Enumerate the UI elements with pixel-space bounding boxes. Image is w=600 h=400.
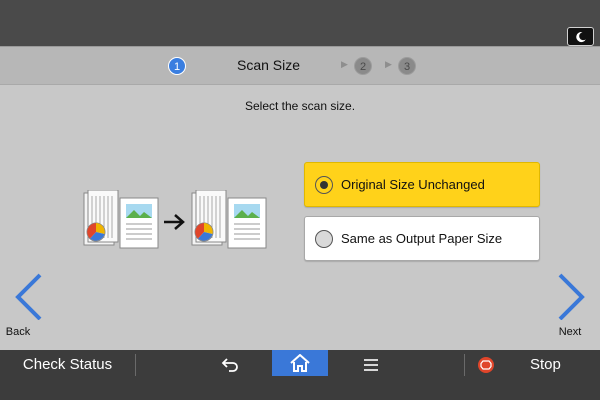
step-title: Scan Size — [237, 57, 301, 73]
stop-label[interactable]: Stop — [530, 350, 561, 380]
bottom-bar: Check Status Stop — [0, 350, 600, 400]
stop-icon — [478, 357, 494, 373]
chevron-left-icon — [15, 273, 42, 321]
instruction-text: Select the scan size. — [244, 99, 356, 113]
step-arrow-icon: ▶ — [385, 59, 392, 69]
top-bar — [0, 0, 600, 46]
option-label: Same as Output Paper Size — [341, 231, 503, 246]
menu-button[interactable] — [360, 354, 382, 376]
check-status-button[interactable]: Check Status — [0, 350, 135, 380]
energy-saver-button[interactable] — [567, 27, 594, 46]
home-button[interactable] — [272, 350, 328, 376]
option-label: Original Size Unchanged — [341, 177, 485, 192]
scan-size-illustration — [83, 190, 267, 249]
output-document-icon — [191, 190, 267, 249]
arrow-right-icon — [164, 214, 185, 230]
chevron-right-icon — [558, 273, 585, 321]
divider — [464, 354, 465, 376]
radio-unselected-icon — [315, 229, 333, 248]
moon-icon — [575, 31, 586, 42]
next-button[interactable]: Next — [548, 270, 592, 350]
divider — [135, 354, 136, 376]
option-original-size-unchanged[interactable]: Original Size Unchanged — [304, 162, 540, 207]
stop-button[interactable] — [475, 354, 497, 376]
step-3-indicator: 3 — [398, 57, 416, 75]
return-arrow-icon — [221, 358, 238, 372]
step-2-indicator: 2 — [354, 57, 372, 75]
back-label: Back — [5, 326, 31, 338]
home-icon — [290, 354, 310, 372]
step-1-indicator: 1 — [168, 57, 186, 75]
radio-selected-icon — [315, 175, 333, 194]
step-arrow-icon: ▶ — [341, 59, 348, 69]
original-document-icon — [83, 190, 159, 249]
next-label: Next — [558, 326, 582, 338]
hamburger-menu-icon — [364, 359, 378, 371]
return-button[interactable] — [218, 354, 242, 376]
option-same-as-output-paper-size[interactable]: Same as Output Paper Size — [304, 216, 540, 261]
wizard-step-bar: 1 Scan Size ▶ 2 ▶ 3 — [0, 46, 600, 85]
back-button[interactable]: Back — [6, 270, 52, 350]
